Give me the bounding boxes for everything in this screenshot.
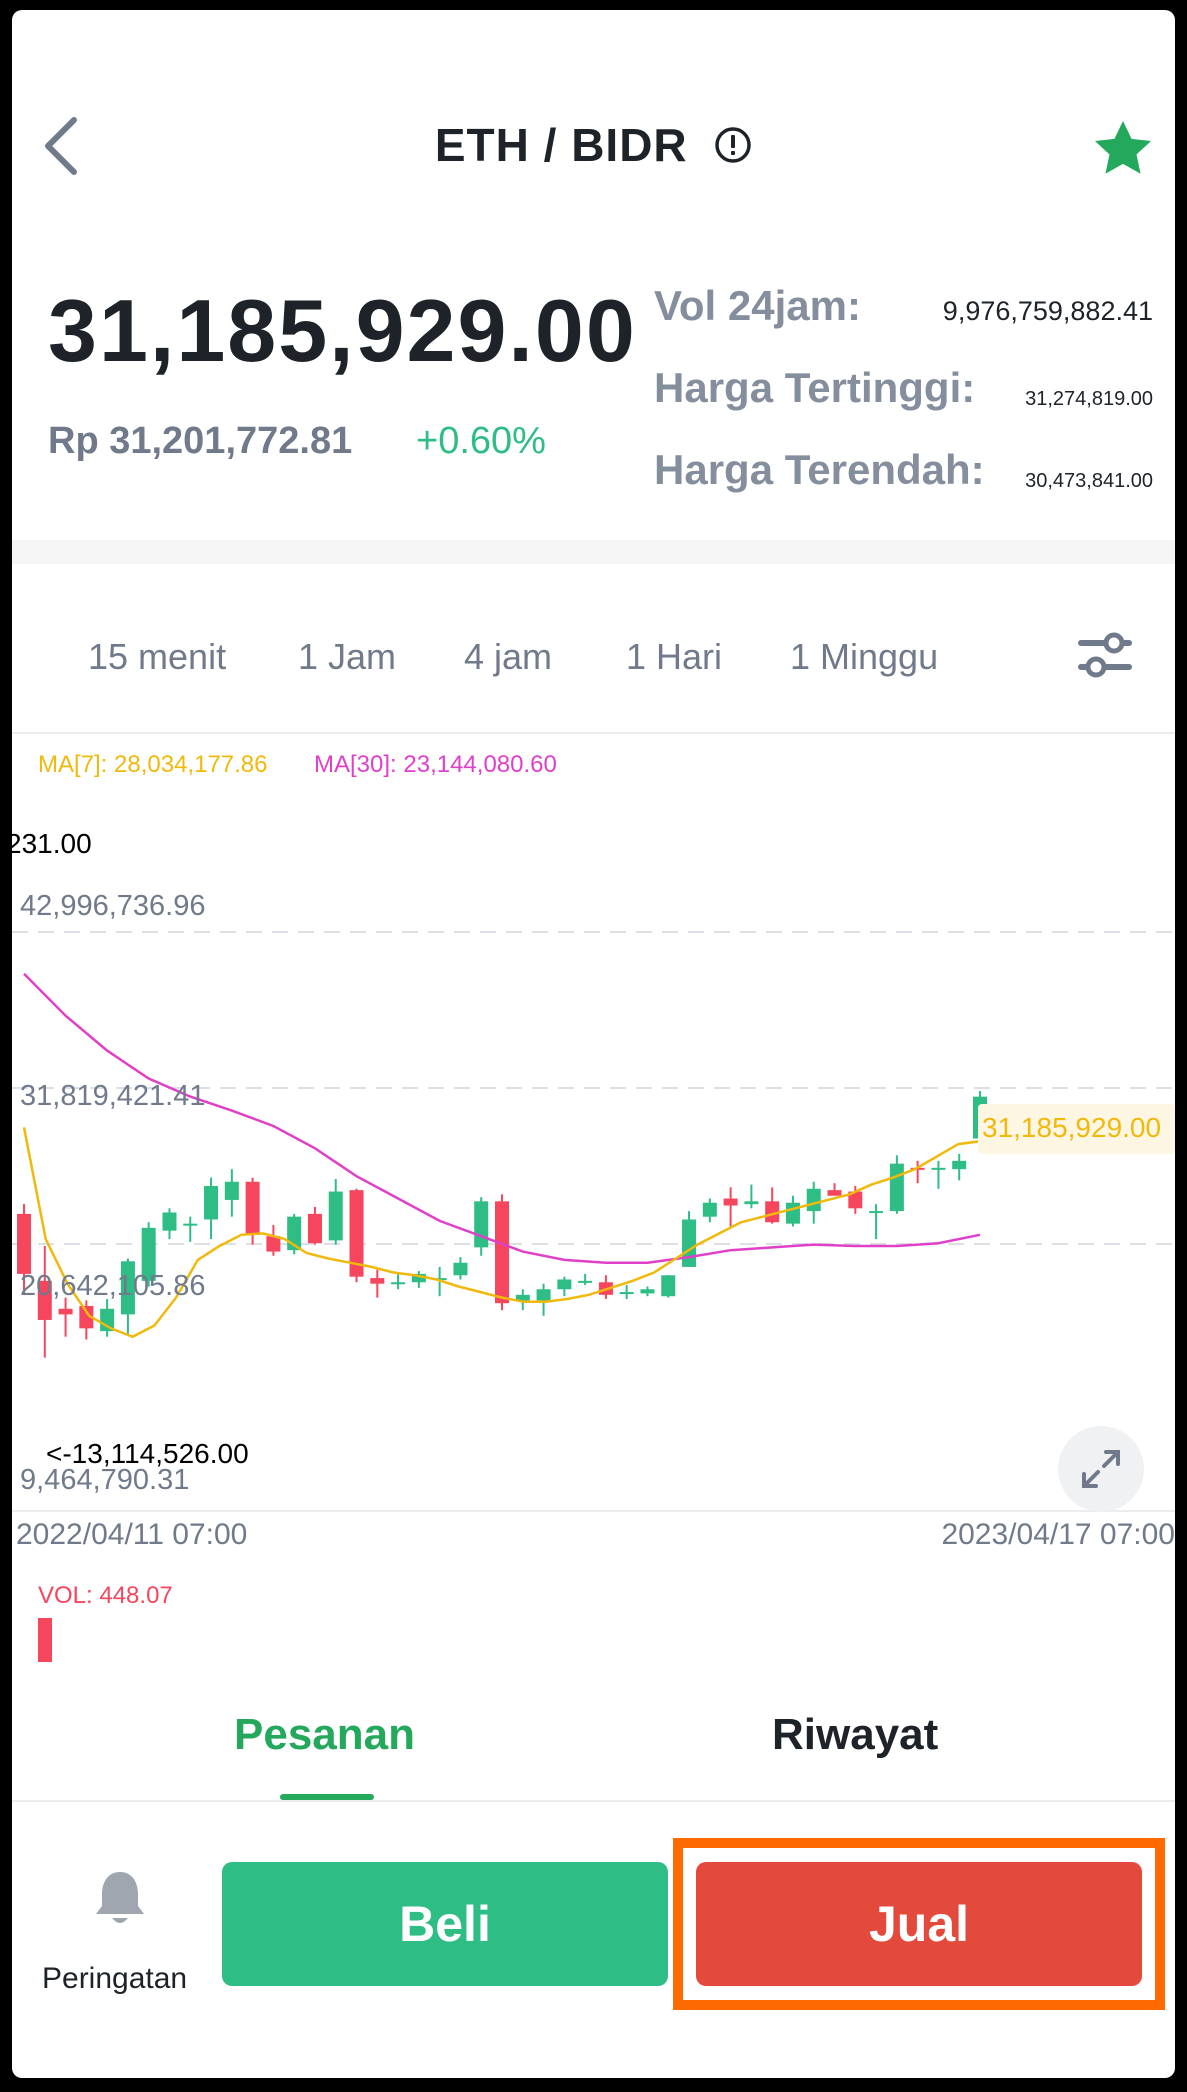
- last-price-tag-text: 31,185,929.00: [982, 1112, 1162, 1143]
- app-screen: ETH / BIDR 31,185,929.00 Rp 31,201,772.8…: [12, 10, 1175, 2078]
- y-tick-label: 20,642,105.86: [20, 1270, 206, 1302]
- volume-label: VOL: 448.07: [38, 1582, 173, 1609]
- candle-body: [370, 1278, 385, 1284]
- tab-riwayat[interactable]: Riwayat: [772, 1710, 938, 1760]
- interval-4h[interactable]: 4 jam: [464, 636, 552, 678]
- candle-body: [723, 1198, 738, 1206]
- candle-body: [204, 1185, 219, 1220]
- info-icon[interactable]: [714, 126, 752, 164]
- x-date-start: 2022/04/11 07:00: [16, 1518, 248, 1551]
- stat-value-high: 31,274,819.00: [1025, 388, 1153, 410]
- candle-body: [889, 1163, 904, 1212]
- candle-body: [827, 1190, 842, 1196]
- price-idr: Rp 31,201,772.81: [48, 420, 353, 462]
- candle-body: [307, 1213, 322, 1244]
- interval-15m[interactable]: 15 menit: [88, 636, 226, 678]
- last-price-tag: 31,185,929.00: [978, 1104, 1175, 1154]
- candle-body: [474, 1201, 489, 1248]
- candle-body: [785, 1202, 800, 1224]
- candle-body: [245, 1181, 260, 1235]
- candle-body: [806, 1188, 821, 1212]
- candle-body: [682, 1219, 697, 1267]
- candle-body: [952, 1160, 967, 1170]
- candle-body: [183, 1223, 198, 1226]
- tabs-divider: [12, 1800, 1175, 1802]
- ma30-label: MA[30]: 23,144,080.60: [314, 751, 557, 778]
- favorite-star-icon[interactable]: [1090, 116, 1156, 182]
- candle-body: [391, 1282, 406, 1285]
- price-change: +0.60%: [416, 420, 546, 462]
- ma7-label: MA[7]: 28,034,177.86: [38, 751, 268, 778]
- expand-chart-button[interactable]: [1058, 1426, 1144, 1512]
- y-tick-label: 31,819,421.41: [20, 1080, 206, 1112]
- candle-body: [495, 1201, 509, 1304]
- tab-pesanan[interactable]: Pesanan: [234, 1710, 415, 1760]
- header: ETH / BIDR: [12, 118, 1175, 172]
- stat-label-volume: Vol 24jam:: [654, 282, 861, 329]
- alert-label[interactable]: Peringatan: [42, 1962, 187, 1996]
- candle-body: [328, 1191, 343, 1241]
- interval-1d[interactable]: 1 Hari: [626, 636, 722, 678]
- candle-body: [661, 1275, 676, 1297]
- pair-title: ETH / BIDR: [434, 119, 688, 171]
- candle-body: [17, 1213, 31, 1274]
- candle-body: [536, 1289, 551, 1301]
- candle-body: [162, 1212, 177, 1231]
- interval-1w[interactable]: 1 Minggu: [790, 636, 938, 678]
- candle-body: [578, 1280, 593, 1283]
- candle-body: [619, 1292, 634, 1295]
- chart-settings-icon[interactable]: [1074, 628, 1136, 684]
- buy-button[interactable]: Beli: [222, 1862, 668, 1986]
- stat-label-high: Harga Tertinggi:: [654, 364, 976, 411]
- candle-body: [557, 1279, 572, 1290]
- candle-body: [702, 1202, 717, 1217]
- candle-body: [869, 1211, 884, 1214]
- y-tick-label: 42,996,736.96: [20, 890, 206, 922]
- y-tick-label: 9,464,790.31: [20, 1464, 190, 1496]
- stat-label-low: Harga Terendah:: [654, 446, 985, 493]
- volume-bar: [38, 1618, 52, 1662]
- stat-value-volume: 9,976,759,882.41: [942, 296, 1153, 326]
- max-marker-label: 231.00: [12, 828, 92, 859]
- sell-button[interactable]: Jual: [696, 1862, 1142, 1986]
- expand-icon: [1082, 1450, 1120, 1488]
- candle-body: [453, 1262, 468, 1276]
- interval-1h[interactable]: 1 Jam: [298, 636, 396, 678]
- candle-body: [224, 1181, 239, 1200]
- candle-body: [744, 1201, 759, 1205]
- section-divider: [12, 540, 1175, 564]
- bell-icon[interactable]: [88, 1866, 152, 1930]
- candle-body: [640, 1289, 655, 1294]
- x-date-end: 2023/04/17 07:00: [941, 1518, 1175, 1551]
- last-price: 31,185,929.00: [48, 281, 637, 380]
- candle-body: [58, 1308, 73, 1315]
- stat-value-low: 30,473,841.00: [1025, 470, 1153, 492]
- candle-body: [931, 1167, 946, 1170]
